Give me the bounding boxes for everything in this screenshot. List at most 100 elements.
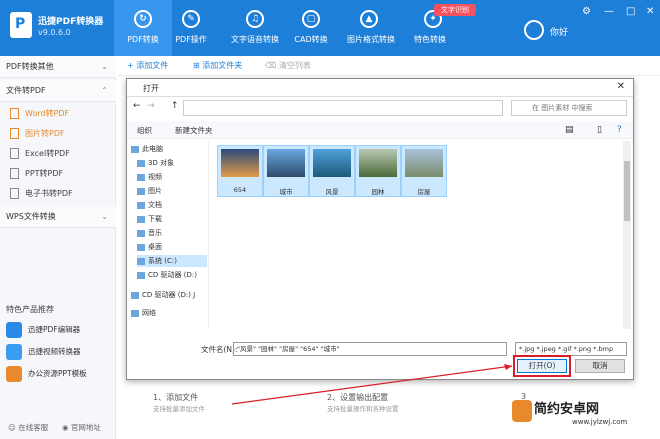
nav-label: 特色转换 <box>414 35 446 44</box>
tree-system-c[interactable]: 系统 (C:) <box>137 255 207 267</box>
back-icon[interactable]: ← <box>133 101 141 111</box>
step-add-file: 1、添加文件 支持批量添加文件 <box>153 392 205 413</box>
scrollbar-thumb[interactable] <box>624 161 630 221</box>
sidebar-item-ppt[interactable]: PPT转PDF <box>10 164 116 184</box>
filetype-select[interactable]: *.jpg *.jpeg *.gif *.png *.bmp <box>515 342 627 356</box>
tree-label: 图片 <box>148 187 162 195</box>
image-thumbnail <box>405 149 443 177</box>
address-row: ← → ↑ 在 图片素材 中搜索 <box>127 97 633 119</box>
file-toolbar: + 添加文件 ⊞ 添加文件夹 ⌫ 清空列表 <box>117 56 660 76</box>
item-label: 电子书转PDF <box>25 189 73 198</box>
item-label: PPT转PDF <box>25 169 64 178</box>
tree-label: 3D 对象 <box>148 159 175 167</box>
new-folder-button[interactable]: 新建文件夹 <box>175 125 213 136</box>
product-pdf-editor[interactable]: 迅捷PDF编辑器 <box>6 320 114 340</box>
folder-icon <box>137 159 145 167</box>
file-thumbnail[interactable]: 654 <box>217 145 263 197</box>
close-icon[interactable]: ✕ <box>646 6 654 17</box>
ocr-badge[interactable]: 文字识别 <box>434 4 476 16</box>
cad-icon: ▢ <box>302 10 320 28</box>
forward-icon[interactable]: → <box>147 101 155 111</box>
tree-label: 文档 <box>148 201 162 209</box>
tree-cd-d[interactable]: CD 驱动器 (D:) <box>137 269 208 281</box>
address-bar[interactable] <box>183 100 503 116</box>
help-icon[interactable]: ? <box>617 125 622 135</box>
tree-documents[interactable]: 文档 <box>137 199 208 211</box>
tree-video[interactable]: 视频 <box>137 171 208 183</box>
minimize-icon[interactable]: — <box>604 6 614 17</box>
tree-music[interactable]: 音乐 <box>137 227 208 239</box>
sidebar-item-image[interactable]: 图片转PDF <box>10 124 116 144</box>
sidebar-section-file-to-pdf[interactable]: 文件转PDF ⌃ <box>0 80 116 102</box>
scrollbar[interactable] <box>623 141 631 329</box>
sidebar-item-ebook[interactable]: 电子书转PDF <box>10 184 116 204</box>
search-input[interactable]: 在 图片素材 中搜索 <box>511 100 627 116</box>
view-options-icon[interactable]: ▤ <box>565 125 574 135</box>
file-name: 园林 <box>371 188 385 196</box>
maximize-icon[interactable]: □ <box>626 6 635 17</box>
open-button[interactable]: 打开(O) <box>517 359 567 373</box>
sidebar-item-word[interactable]: Word转PDF <box>10 104 116 124</box>
tree-this-pc[interactable]: 此电脑 <box>131 143 207 155</box>
file-name: 654 <box>233 186 247 194</box>
clear-list-button[interactable]: ⌫ 清空列表 <box>265 60 311 71</box>
tree-label: 音乐 <box>148 229 162 237</box>
tree-desktop[interactable]: 桌面 <box>137 241 208 253</box>
nav-label: PDF操作 <box>175 35 207 44</box>
product-video-converter[interactable]: 迅捷视频转换器 <box>6 342 114 362</box>
tool-label: 添加文件 <box>136 61 169 70</box>
avatar[interactable] <box>524 20 544 40</box>
image-thumbnail <box>359 149 397 177</box>
user-greeting: 你好 <box>550 28 569 38</box>
section-label: PDF转换其他 <box>6 62 54 71</box>
tree-cd-d-2[interactable]: CD 驱动器 (D:) J <box>131 289 207 301</box>
folder-icon <box>137 187 145 195</box>
file-icon <box>10 188 19 199</box>
preview-pane-icon[interactable]: ▯ <box>597 125 602 135</box>
product-label: 办公资源PPT模板 <box>28 369 87 378</box>
nav-pdf-ops[interactable]: ✎ PDF操作 <box>162 0 220 56</box>
file-name: 风景 <box>325 188 339 196</box>
nav-image-format[interactable]: ▲ 图片格式转换 <box>340 0 402 56</box>
up-icon[interactable]: ↑ <box>171 101 179 111</box>
footer-label: 在线客服 <box>18 423 49 432</box>
file-grid: 654 城市 风景 园林 房屋 <box>215 141 623 329</box>
filename-input[interactable]: "风景" "园林" "房屋" "654" "城市" <box>233 342 507 356</box>
add-folder-button[interactable]: ⊞ 添加文件夹 <box>193 60 242 71</box>
file-thumbnail[interactable]: 房屋 <box>401 145 447 197</box>
image-format-icon: ▲ <box>360 10 378 28</box>
top-bar: 迅捷PDF转换器 v9.0.6.0 ↻ PDF转换 ✎ PDF操作 ♫ 文字语音… <box>0 0 660 56</box>
file-thumbnail[interactable]: 风景 <box>309 145 355 197</box>
item-label: 图片转PDF <box>25 129 65 138</box>
pdf-ops-icon: ✎ <box>182 10 200 28</box>
cancel-button[interactable]: 取消 <box>575 359 625 373</box>
tree-3d[interactable]: 3D 对象 <box>137 157 208 169</box>
sidebar-item-excel[interactable]: Excel转PDF <box>10 144 116 164</box>
nav-voice[interactable]: ♫ 文字语音转换 <box>226 0 284 56</box>
folder-icon <box>137 201 145 209</box>
dialog-close-icon[interactable]: ✕ <box>617 81 625 92</box>
tree-label: 系统 (C:) <box>148 257 177 265</box>
online-support-link[interactable]: ☺ 在线客服 <box>8 422 48 433</box>
tree-network[interactable]: 网络 <box>131 307 207 319</box>
dialog-title: 打开 <box>143 84 159 93</box>
file-thumbnail[interactable]: 城市 <box>263 145 309 197</box>
chevron-down-icon: ⌄ <box>101 62 108 71</box>
tree-pictures[interactable]: 图片 <box>137 185 208 197</box>
nav-cad[interactable]: ▢ CAD转换 <box>282 0 340 56</box>
app-logo-icon <box>10 12 32 38</box>
pdf-convert-icon: ↻ <box>134 10 152 28</box>
product-label: 迅捷PDF编辑器 <box>28 325 81 334</box>
file-icon <box>10 168 19 179</box>
sidebar-section-wps[interactable]: WPS文件转换 ⌄ <box>0 206 116 228</box>
sidebar-section-pdf-other[interactable]: PDF转换其他 ⌄ <box>0 56 116 78</box>
website-link[interactable]: ◉ 官网地址 <box>62 422 101 433</box>
settings-icon[interactable]: ⚙ <box>582 6 591 17</box>
tree-downloads[interactable]: 下载 <box>137 213 208 225</box>
organize-button[interactable]: 组织 <box>137 125 152 136</box>
add-file-button[interactable]: + 添加文件 <box>127 60 168 71</box>
dialog-titlebar: 打开 ✕ <box>127 79 633 97</box>
file-thumbnail[interactable]: 园林 <box>355 145 401 197</box>
nav-label: CAD转换 <box>294 35 328 44</box>
product-ppt-template[interactable]: 办公资源PPT模板 <box>6 364 114 384</box>
